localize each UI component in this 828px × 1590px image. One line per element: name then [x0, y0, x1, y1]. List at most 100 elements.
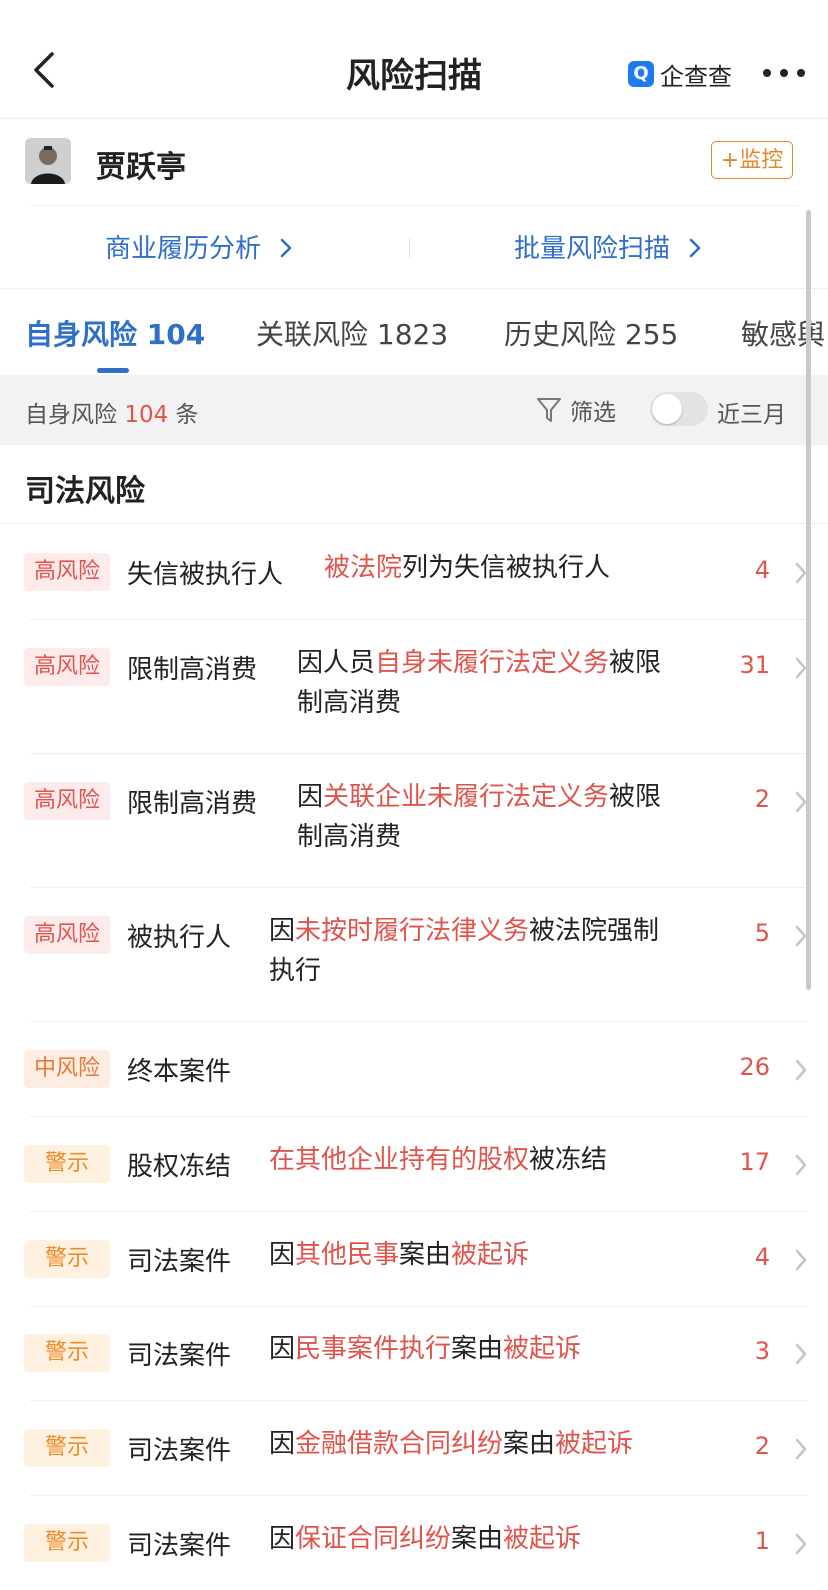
risk-count: 3	[754, 1337, 770, 1365]
risk-type: 失信被执行人	[127, 560, 284, 590]
chevron-right-icon	[795, 1343, 807, 1365]
risk-item[interactable]: 中风险 终本案件 26	[0, 1022, 808, 1116]
risk-type: 司法案件	[127, 1341, 232, 1371]
highlight-text: 被起诉	[503, 1334, 582, 1364]
tab-label: 历史风险	[504, 318, 617, 351]
tab-count: 1823	[376, 318, 449, 351]
description-text: 因	[269, 916, 296, 946]
person-name: 贾跃亭	[96, 150, 186, 185]
highlight-text: 被起诉	[503, 1524, 582, 1554]
highlight-text: 保证合同纠纷	[295, 1524, 452, 1554]
risk-count: 26	[739, 1053, 770, 1081]
filter-icon	[537, 398, 561, 422]
toggle-knob	[652, 394, 682, 424]
risk-description: 被法院列为失信被执行人	[324, 548, 610, 588]
chevron-right-icon	[795, 1438, 807, 1460]
risk-level-badge: 高风险	[24, 553, 110, 591]
risk-description: 因其他民事案由被起诉	[269, 1235, 529, 1275]
avatar[interactable]	[25, 138, 71, 184]
risk-level-badge: 高风险	[24, 782, 110, 820]
highlight-text: 未按时履行法律义务	[295, 916, 530, 946]
risk-level-badge: 警示	[24, 1524, 110, 1562]
risk-level-badge: 警示	[24, 1145, 110, 1183]
risk-count: 31	[739, 651, 770, 679]
risk-level-badge: 警示	[24, 1429, 110, 1467]
description-text: 案由	[503, 1429, 556, 1459]
summary-suffix: 条	[175, 402, 199, 428]
highlight-text: 被法院	[324, 553, 403, 583]
risk-item[interactable]: 警示 股权冻结 在其他企业持有的股权被冻结 17	[0, 1117, 808, 1211]
nav-bar: 风险扫描 Q 企查查	[0, 0, 828, 119]
tab-self-risk[interactable]: 自身风险 104	[25, 313, 205, 353]
risk-count: 1	[754, 1527, 770, 1555]
risk-item[interactable]: 高风险 失信被执行人 被法院列为失信被执行人 4	[0, 525, 808, 619]
risk-item[interactable]: 警示 司法案件 因民事案件执行案由被起诉 3	[0, 1306, 808, 1400]
summary-prefix: 自身风险	[25, 402, 117, 428]
risk-item[interactable]: 警示 司法案件 因保证合同纠纷案由被起诉 1	[0, 1496, 808, 1590]
business-history-link[interactable]: 商业履历分析	[105, 228, 293, 265]
risk-count: 4	[754, 556, 770, 584]
brand: Q 企查查	[628, 56, 732, 92]
tab-label: 敏感舆	[741, 318, 826, 351]
description-text: 因	[297, 782, 324, 812]
risk-level-badge: 高风险	[24, 648, 110, 686]
chevron-right-icon	[795, 1059, 807, 1081]
risk-type: 司法案件	[127, 1247, 232, 1277]
chevron-right-icon	[795, 1249, 807, 1271]
risk-description: 在其他企业持有的股权被冻结	[269, 1140, 607, 1180]
tab-history-risk[interactable]: 历史风险 255	[504, 313, 678, 353]
tab-related-risk[interactable]: 关联风险 1823	[256, 313, 448, 353]
highlight-text: 民事案件执行	[295, 1334, 452, 1364]
batch-risk-scan-link[interactable]: 批量风险扫描	[514, 228, 702, 265]
risk-tabs: 自身风险 104 关联风险 1823 历史风险 255 敏感舆	[0, 289, 828, 375]
quick-links: 商业履历分析 批量风险扫描	[0, 206, 828, 288]
risk-description: 因人员自身未履行法定义务被限制高消费	[297, 643, 677, 723]
highlight-text: 关联企业未履行法定义务	[323, 782, 610, 812]
risk-type: 司法案件	[127, 1436, 232, 1466]
chevron-right-icon	[795, 1533, 807, 1555]
description-text: 列为失信被执行人	[402, 553, 611, 583]
toggle-label: 近三月	[717, 402, 786, 428]
chevron-right-icon	[281, 238, 292, 258]
description-text: 因	[269, 1334, 296, 1364]
tab-count: 104	[146, 318, 206, 351]
summary-count: 104	[124, 402, 169, 428]
tab-label: 关联风险	[256, 318, 369, 351]
risk-type: 股权冻结	[127, 1152, 232, 1182]
chevron-right-icon	[690, 238, 701, 258]
description-text: 被冻结	[529, 1145, 608, 1175]
risk-item[interactable]: 高风险 限制高消费 因人员自身未履行法定义务被限制高消费 31	[0, 620, 808, 753]
tab-sensitive[interactable]: 敏感舆	[741, 313, 825, 353]
highlight-text: 在其他企业持有的股权	[269, 1145, 530, 1175]
risk-level-badge: 警示	[24, 1240, 110, 1278]
risk-item[interactable]: 警示 司法案件 因其他民事案由被起诉 4	[0, 1212, 808, 1306]
risk-type: 被执行人	[127, 923, 232, 953]
scrollbar[interactable]	[806, 210, 811, 990]
risk-summary: 自身风险 104 条	[25, 395, 199, 429]
description-text: 因	[269, 1240, 296, 1270]
risk-level-badge: 警示	[24, 1334, 110, 1372]
risk-count: 2	[754, 785, 770, 813]
monitor-button[interactable]: +监控	[711, 141, 793, 179]
description-text: 案由	[451, 1524, 504, 1554]
risk-item[interactable]: 高风险 被执行人 因未按时履行法律义务被法院强制执行 5	[0, 888, 808, 1021]
divider	[409, 238, 410, 258]
highlight-text: 自身未履行法定义务	[375, 648, 610, 678]
recent-three-months-toggle[interactable]	[650, 392, 708, 426]
highlight-text: 被起诉	[555, 1429, 634, 1459]
person-header: 贾跃亭 +监控	[0, 118, 828, 206]
risk-type: 限制高消费	[127, 655, 258, 685]
tab-label: 自身风险	[25, 318, 138, 351]
highlight-text: 金融借款合同纠纷	[295, 1429, 504, 1459]
description-text: 因	[269, 1524, 296, 1554]
risk-item[interactable]: 警示 司法案件 因金融借款合同纠纷案由被起诉 2	[0, 1401, 808, 1495]
more-options-icon[interactable]	[762, 62, 806, 84]
filter-label: 筛选	[570, 400, 616, 426]
filter-button[interactable]: 筛选	[536, 393, 616, 427]
highlight-text: 其他民事	[295, 1240, 400, 1270]
risk-count: 5	[754, 919, 770, 947]
risk-item[interactable]: 高风险 限制高消费 因关联企业未履行法定义务被限制高消费 2	[0, 754, 808, 887]
risk-count: 2	[754, 1432, 770, 1460]
highlight-text: 被起诉	[451, 1240, 530, 1270]
risk-description: 因保证合同纠纷案由被起诉	[269, 1519, 581, 1559]
